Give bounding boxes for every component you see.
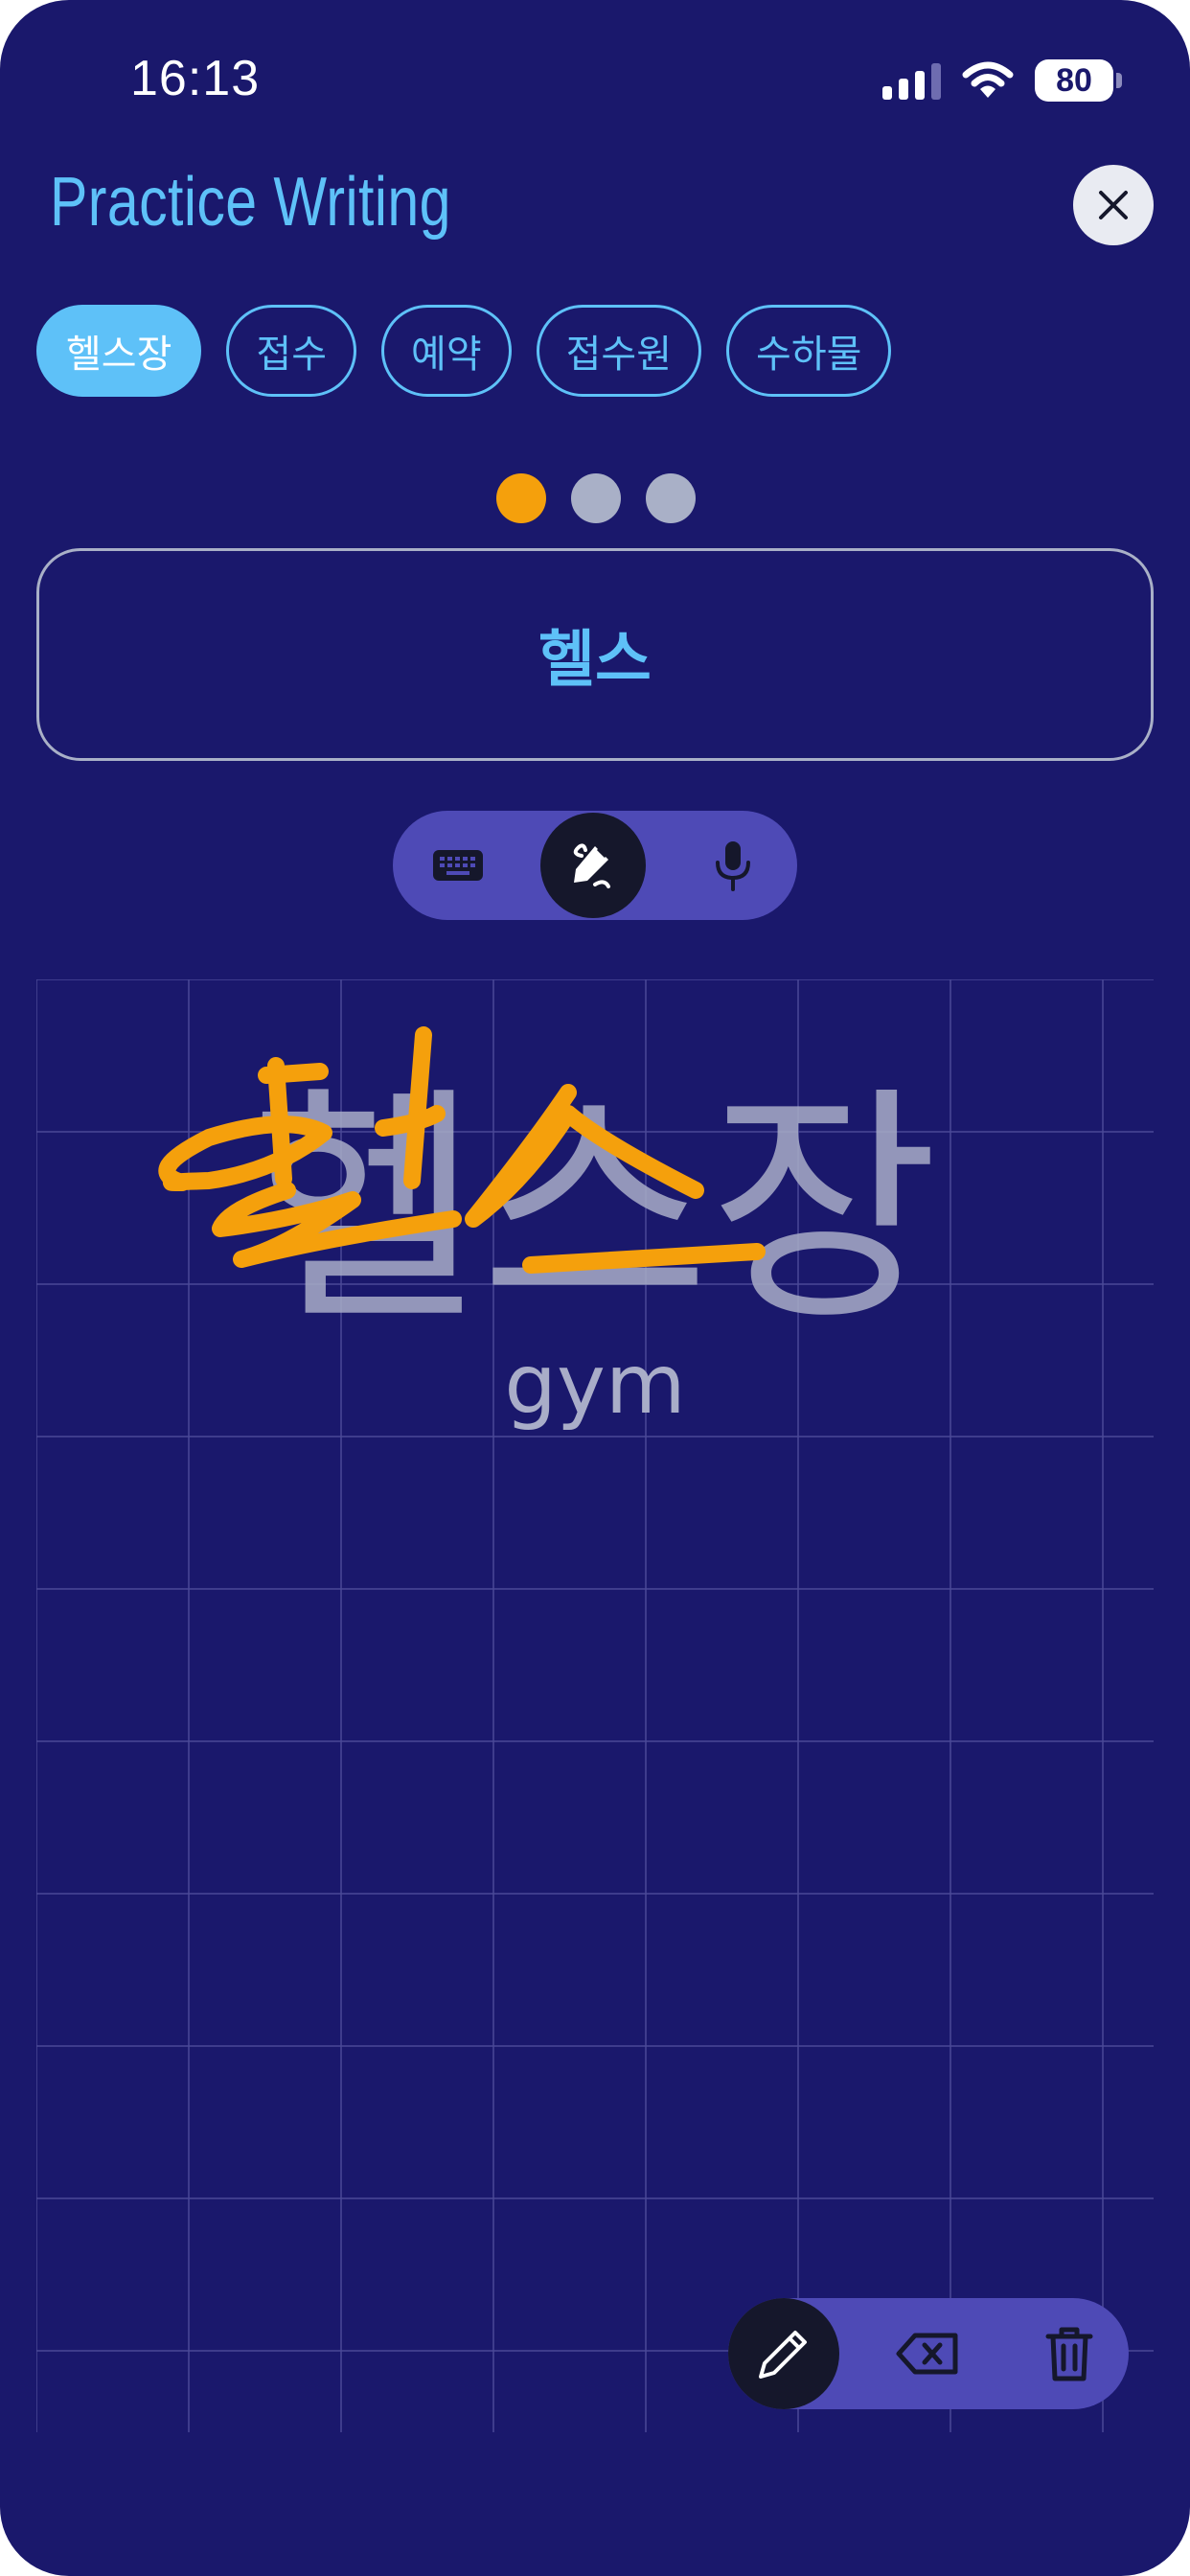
clear-canvas-button[interactable] xyxy=(1014,2298,1125,2409)
handwriting-mode-button[interactable] xyxy=(540,813,646,918)
canvas-grid: 헬스장 gym xyxy=(35,978,1154,2432)
progress-dot xyxy=(646,473,696,523)
handwriting-icon xyxy=(573,843,610,888)
microphone-icon xyxy=(716,841,750,891)
answer-text: 헬스 xyxy=(538,625,652,696)
target-word: 헬스장 xyxy=(251,1066,939,1355)
status-time: 16:13 xyxy=(130,51,261,106)
close-icon xyxy=(1099,191,1128,219)
word-chip-list: 헬스장 접수 예약 접수원 수하물 xyxy=(36,305,892,397)
pencil-tool-button[interactable] xyxy=(728,2298,839,2409)
drawing-canvas[interactable]: 헬스장 gym xyxy=(35,978,1154,2432)
progress-dot xyxy=(496,473,546,523)
signal-icon xyxy=(882,61,941,100)
backspace-icon xyxy=(896,2333,958,2375)
answer-box: 헬스 xyxy=(36,548,1154,761)
progress-dots xyxy=(496,473,696,523)
keyboard-icon xyxy=(433,850,483,881)
wifi-icon xyxy=(962,61,1014,98)
word-chip[interactable]: 접수원 xyxy=(536,305,702,397)
pencil-icon xyxy=(759,2331,807,2379)
backspace-button[interactable] xyxy=(872,2298,983,2409)
word-chip[interactable]: 접수 xyxy=(226,305,357,397)
keyboard-mode-button[interactable] xyxy=(405,813,511,918)
battery-indicator: 80 xyxy=(1035,59,1122,102)
app-screen: 16:13 80 Practice Writing 헬스장 접수 예약 접수원 … xyxy=(0,0,1190,2576)
drawing-toolbar xyxy=(728,2298,1129,2409)
status-icons: 80 xyxy=(882,56,1122,105)
progress-dot xyxy=(571,473,621,523)
translation-text: gym xyxy=(504,1337,685,1433)
input-mode-switch xyxy=(393,811,797,920)
voice-mode-button[interactable] xyxy=(680,813,786,918)
page-title: Practice Writing xyxy=(50,164,451,241)
close-button[interactable] xyxy=(1073,165,1154,245)
word-chip[interactable]: 헬스장 xyxy=(36,305,202,397)
trash-icon xyxy=(1045,2327,1093,2381)
word-chip[interactable]: 예약 xyxy=(381,305,512,397)
word-chip[interactable]: 수하물 xyxy=(726,305,892,397)
